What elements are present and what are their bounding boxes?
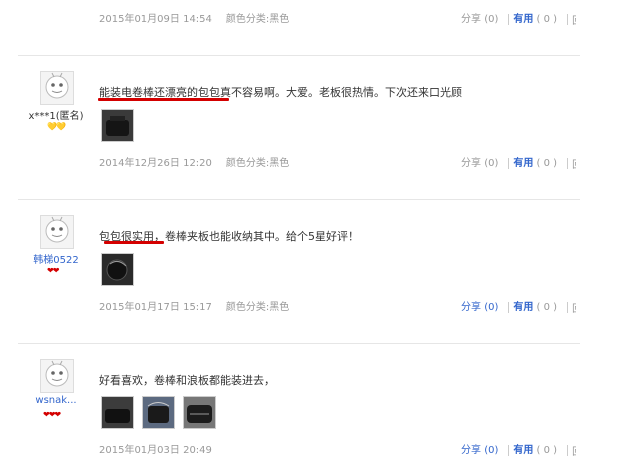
reply-button[interactable]: 回 (572, 12, 576, 27)
share-button[interactable]: 分享 (0) (461, 302, 498, 313)
avatar[interactable] (40, 71, 74, 105)
default-avatar-icon (45, 216, 69, 243)
useful-count: ( 0 ) (536, 158, 558, 169)
divider-line (567, 444, 569, 456)
review-date: 2015年01月17日 15:17 (99, 302, 212, 313)
review-actions: 分享 (0) 有用 ( 0 ) 回 (461, 154, 576, 171)
review-actions: 分享 (0) 有用 ( 0 ) 回 (461, 10, 576, 27)
review-photo-thumbnail[interactable] (183, 396, 216, 429)
buyer-level-badge: ❤❤❤ (43, 410, 61, 419)
review-photo-thumbnail[interactable] (101, 253, 134, 286)
review-photo-thumbnail[interactable] (101, 109, 134, 142)
default-avatar-icon (45, 72, 69, 99)
divider-line (508, 444, 510, 456)
review-meta: 2014年12月26日 12:20 颜色分类:黑色 (99, 154, 289, 169)
review-photo-thumbnail[interactable] (101, 396, 134, 429)
divider-line (567, 157, 569, 169)
highlight-underline (104, 241, 164, 244)
useful-count: ( 0 ) (536, 14, 558, 25)
useful-count: ( 0 ) (536, 302, 558, 313)
review-actions: 分享 (0) 有用 ( 0 ) 回 (461, 298, 576, 315)
review-divider (18, 55, 580, 56)
buyer-level-badge: ❤❤ (47, 266, 59, 275)
review-meta: 2015年01月09日 14:54 颜色分类:黑色 (99, 10, 289, 25)
share-button[interactable]: 分享 (0) (461, 158, 498, 169)
review-divider (18, 343, 580, 344)
review-variant: 颜色分类:黑色 (225, 14, 290, 25)
useful-button[interactable]: 有用 (513, 14, 533, 25)
useful-button[interactable]: 有用 (513, 158, 533, 169)
review-actions: 分享 (0)有用 ( 0 )回 (461, 441, 576, 458)
review-meta: 2015年01月17日 15:17 颜色分类:黑色 (99, 298, 289, 313)
highlight-underline (98, 98, 229, 101)
useful-button[interactable]: 有用 (513, 302, 533, 313)
review-date: 2015年01月09日 14:54 (99, 14, 212, 25)
avatar[interactable] (40, 215, 74, 249)
divider-line (567, 13, 569, 25)
review-text: 好看喜欢，卷棒和浪板都能装进去， (99, 374, 275, 387)
review-meta: 2015年01月03日 20:49 (99, 441, 212, 456)
share-button[interactable]: 分享 (0) (461, 14, 498, 25)
review-variant: 颜色分类:黑色 (225, 302, 290, 313)
review-date: 2014年12月26日 12:20 (99, 158, 212, 169)
avatar[interactable] (40, 359, 74, 393)
divider-line (567, 301, 569, 313)
reply-button[interactable]: 回 (572, 156, 576, 171)
divider-line (508, 13, 510, 25)
default-avatar-icon (45, 360, 69, 387)
username[interactable]: x***1(匿名) (23, 107, 89, 122)
review-photo-thumbnail[interactable] (142, 396, 175, 429)
review-divider (18, 199, 580, 200)
buyer-level-badge: 💛💛 (47, 122, 66, 131)
review-variant: 颜色分类:黑色 (225, 158, 290, 169)
reply-button[interactable]: 回 (572, 443, 576, 458)
username[interactable]: 韩梯0522 (23, 251, 89, 266)
username[interactable]: wsnak... (23, 395, 89, 406)
divider-line (508, 301, 510, 313)
divider-line (508, 157, 510, 169)
reply-button[interactable]: 回 (572, 300, 576, 315)
